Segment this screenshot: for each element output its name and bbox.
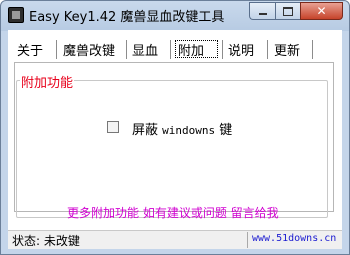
title-bar[interactable]: Easy Key1.42 魔兽显血改键工具 ✕ [1, 1, 349, 29]
tab-show-hp[interactable]: 显血 [132, 40, 158, 59]
tab-strip: 关于 魔兽改键 显血 附加 说明 更新 [8, 30, 342, 64]
caption-buttons: ✕ [249, 2, 343, 20]
status-separator [247, 232, 248, 248]
group-title: 附加功能 [20, 72, 75, 91]
tab-separator [312, 40, 313, 59]
maximize-icon [283, 6, 293, 16]
tab-separator [222, 40, 223, 59]
minimize-button[interactable] [249, 2, 275, 20]
window-title: Easy Key1.42 魔兽显血改键工具 [29, 10, 225, 25]
tab-update[interactable]: 更新 [274, 40, 300, 59]
website-link[interactable]: www.51downs.cn [252, 233, 336, 244]
status-text: 状态: 未改键 [12, 234, 80, 248]
tab-instructions[interactable]: 说明 [228, 40, 254, 59]
tab-about[interactable]: 关于 [17, 40, 43, 59]
extra-features-group [16, 80, 328, 218]
tab-extra[interactable]: 附加 [175, 40, 218, 59]
client-area: 关于 魔兽改键 显血 附加 说明 更新 附加功能 屏蔽 windowns 键 更… [8, 30, 342, 247]
maximize-button[interactable] [275, 2, 300, 20]
label-word: windowns [162, 124, 216, 137]
tab-separator [170, 40, 171, 59]
label-prefix: 屏蔽 [132, 123, 159, 138]
block-windows-key-checkbox[interactable] [107, 121, 119, 133]
more-features-link[interactable]: 更多附加功能 如有建议或问题 留言给我 [67, 204, 279, 221]
tab-separator [56, 40, 57, 59]
label-suffix: 键 [219, 123, 233, 138]
status-bar: 状态: 未改键 www.51downs.cn [8, 230, 342, 249]
close-button[interactable]: ✕ [300, 2, 343, 20]
minimize-icon [258, 13, 267, 15]
tab-separator [267, 40, 268, 59]
block-windows-key-label[interactable]: 屏蔽 windowns 键 [132, 119, 232, 138]
app-icon[interactable] [8, 7, 24, 23]
app-window: Easy Key1.42 魔兽显血改键工具 ✕ 关于 魔兽改键 显血 附加 说明 [0, 0, 350, 255]
tab-separator [126, 40, 127, 59]
close-icon: ✕ [316, 4, 327, 18]
tab-key-remap[interactable]: 魔兽改键 [63, 40, 115, 59]
